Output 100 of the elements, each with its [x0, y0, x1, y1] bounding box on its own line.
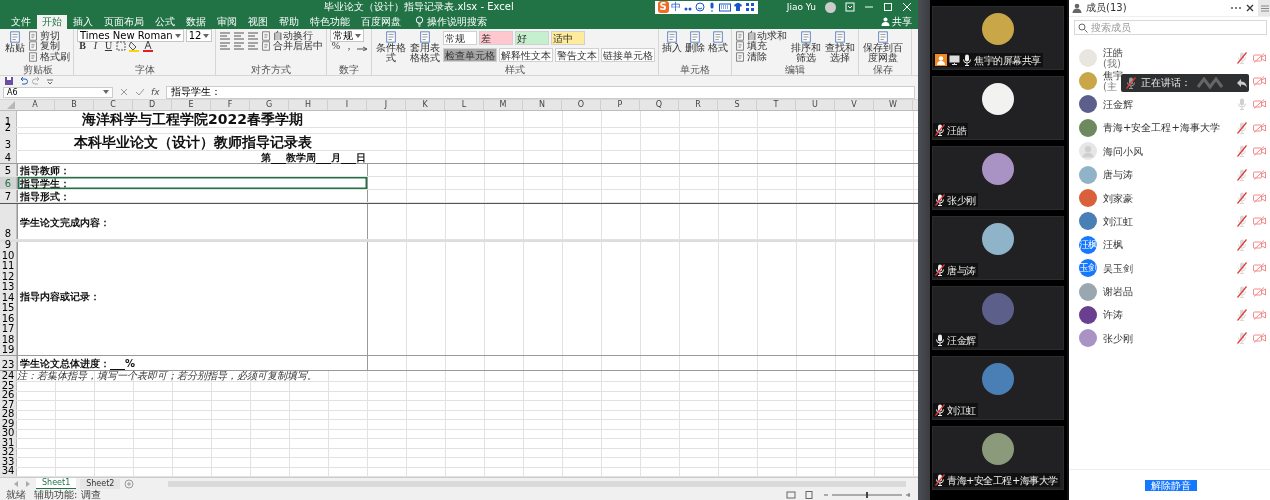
row-header[interactable]: 28	[0, 410, 17, 419]
format-button[interactable]: ,	[343, 41, 355, 52]
text-align-icon[interactable]	[233, 41, 246, 52]
sheet-tab[interactable]: Sheet2	[80, 478, 121, 489]
more-icon[interactable]	[1230, 6, 1242, 10]
table-cell[interactable]	[17, 241, 368, 250]
ribbon-button[interactable]: 格式	[708, 30, 729, 53]
ribbon-button[interactable]: 剪切	[28, 30, 60, 41]
ribbon-button[interactable]: 格式刷	[28, 51, 70, 62]
ribbon-button[interactable]: 保存到百度网盘	[862, 30, 904, 63]
format-button[interactable]: B	[77, 41, 88, 52]
column-header[interactable]: M	[484, 99, 523, 110]
text-align-icon[interactable]	[247, 41, 260, 52]
column-header[interactable]: F	[211, 99, 250, 110]
row-header[interactable]: 31	[0, 439, 17, 448]
video-tile[interactable]: 汪皓	[932, 76, 1064, 140]
ribbon-button[interactable]: 排序和筛选	[790, 30, 822, 63]
row-header[interactable]: 33	[0, 458, 17, 467]
column-header[interactable]: J	[367, 99, 406, 110]
accessibility-status[interactable]: 辅助功能: 调查	[34, 489, 101, 500]
column-header[interactable]: G	[250, 99, 289, 110]
row-header[interactable]: 26	[0, 391, 17, 400]
ribbon-tab[interactable]: 百度网盘	[356, 14, 406, 29]
ribbon-button[interactable]: 查找和选择	[824, 30, 856, 63]
format-button[interactable]: U	[103, 41, 114, 52]
shirt-icon[interactable]	[732, 2, 743, 13]
user-avatar[interactable]	[825, 1, 836, 13]
row-header[interactable]: 12	[0, 271, 17, 282]
ribbon-tab[interactable]: 公式	[150, 14, 180, 29]
video-tile[interactable]: 焦宇的屏幕共享	[932, 6, 1064, 70]
lightbulb-icon[interactable]	[415, 16, 424, 27]
row-header[interactable]: 23	[0, 356, 17, 370]
column-header[interactable]: A	[16, 99, 55, 110]
row-header[interactable]: 10	[0, 250, 17, 261]
search-hint[interactable]: 操作说明搜索	[427, 14, 487, 29]
column-header[interactable]: Q	[640, 99, 679, 110]
ribbon-display-icon[interactable]	[845, 2, 855, 13]
video-tile[interactable]: 青海+安全工程+海事大学	[932, 426, 1064, 490]
row-header[interactable]: 34	[0, 467, 17, 476]
save-icon[interactable]	[4, 75, 14, 86]
column-header[interactable]: N	[523, 99, 562, 110]
dropdown-field[interactable]: Times New Roman	[77, 29, 184, 43]
previous-sheet-icon[interactable]	[12, 479, 20, 488]
keyboard-icon[interactable]	[718, 2, 731, 13]
add-sheet-icon[interactable]	[124, 478, 135, 489]
cell-style-option[interactable]: 常规	[443, 31, 478, 45]
ribbon-button[interactable]: 套用表格格式	[409, 30, 441, 63]
ribbon-tab[interactable]: 插入	[68, 14, 98, 29]
search-field[interactable]: 搜索成员	[1074, 20, 1267, 35]
column-header[interactable]: W	[874, 99, 913, 110]
text-align-icon[interactable]	[219, 30, 232, 41]
row-header[interactable]: 14	[0, 292, 17, 303]
video-tile[interactable]: 张少刚	[932, 146, 1064, 210]
insert-function-button[interactable]: fx	[151, 87, 160, 97]
zoom-slider-drawing[interactable]	[822, 490, 912, 499]
ribbon-button[interactable]: 删除	[685, 30, 706, 53]
ribbon-button[interactable]: 插入	[662, 30, 683, 53]
share-button[interactable]: 共享	[881, 14, 912, 29]
row-header[interactable]: 30	[0, 429, 17, 438]
cell-style-option[interactable]: 检查单元格	[443, 48, 498, 62]
ribbon-button[interactable]: 合并后居中	[261, 41, 324, 52]
column-header[interactable]: B	[55, 99, 94, 110]
input-mode-toggle[interactable]: 中	[670, 1, 681, 14]
column-header[interactable]: O	[562, 99, 601, 110]
table-cell[interactable]: 注：若集体指导，填写一个表即可；若分别指导，必须可复制填写。	[17, 371, 368, 381]
ribbon-button[interactable]: 清除	[735, 51, 768, 62]
input-method-toolbar[interactable]: S 中	[654, 0, 758, 14]
user-name[interactable]: Jiao Yu	[786, 2, 816, 13]
ribbon-button[interactable]: 自动求和	[735, 30, 788, 41]
video-tile[interactable]: 唐与涛	[932, 216, 1064, 280]
ribbon-button[interactable]: 条件格式	[375, 30, 407, 63]
column-header[interactable]: U	[796, 99, 835, 110]
column-header[interactable]: H	[289, 99, 328, 110]
cancel-icon[interactable]	[119, 87, 129, 97]
column-header[interactable]: R	[679, 99, 718, 110]
next-sheet-icon[interactable]	[24, 479, 32, 488]
ribbon-button[interactable]: 填充	[735, 41, 768, 52]
dropdown-field[interactable]: 常规	[330, 29, 365, 43]
ribbon-button[interactable]: 粘贴	[5, 30, 25, 53]
row-header[interactable]: 16	[0, 313, 17, 324]
row-header[interactable]: 27	[0, 401, 17, 410]
unmute-all-button[interactable]: 解除静音	[1144, 479, 1197, 491]
ribbon-button[interactable]: 复制	[28, 41, 60, 52]
text-align-icon[interactable]	[219, 41, 232, 52]
column-header[interactable]: P	[601, 99, 640, 110]
emoji-icon[interactable]	[694, 2, 705, 13]
table-cell[interactable]: 指导内容或记录：	[17, 292, 368, 303]
format-button[interactable]: I	[90, 41, 101, 52]
row-header[interactable]: 29	[0, 420, 17, 429]
column-header[interactable]: V	[835, 99, 874, 110]
column-header[interactable]: K	[406, 99, 445, 110]
table-cell[interactable]: 学生论文完成内容：	[17, 203, 368, 239]
column-header[interactable]: S	[718, 99, 757, 110]
row-header[interactable]: 8	[0, 203, 17, 239]
close-icon[interactable]	[1246, 4, 1254, 12]
text-align-icon[interactable]	[247, 30, 260, 41]
reply-arrow-icon[interactable]	[1236, 78, 1248, 88]
font-color-icon[interactable]	[142, 40, 154, 53]
ribbon-tab[interactable]: 视图	[243, 14, 273, 29]
ribbon-tab[interactable]: 审阅	[212, 14, 242, 29]
